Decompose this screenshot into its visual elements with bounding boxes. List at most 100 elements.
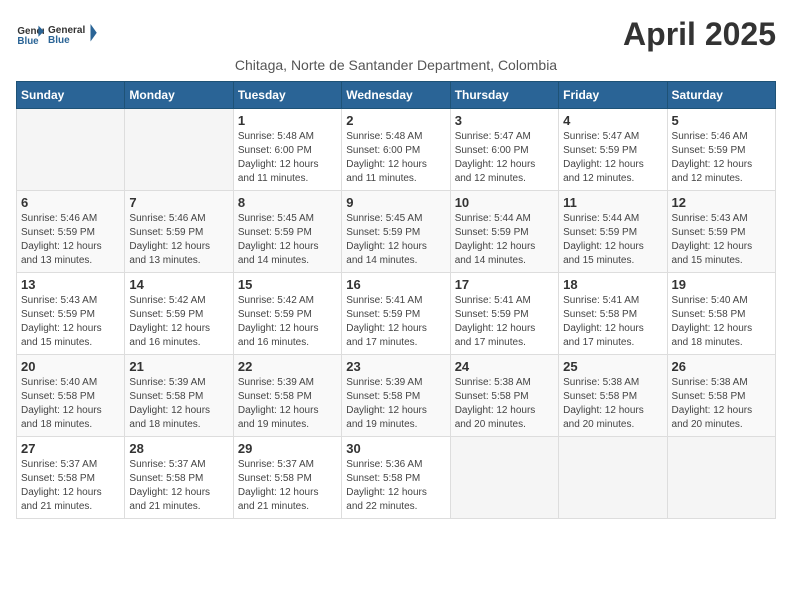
day-number: 12	[672, 195, 771, 210]
calendar-cell: 20Sunrise: 5:40 AM Sunset: 5:58 PM Dayli…	[17, 355, 125, 437]
calendar-cell: 29 Sunrise: 5:37 AM Sunset: 5:58 PM Dayli…	[233, 437, 341, 519]
calendar-cell: 22 Sunrise: 5:39 AM Sunset: 5:58 PM Dayli…	[233, 355, 341, 437]
day-info: Sunrise: 5:39 AM Sunset: 5:58 PM Dayligh…	[346, 376, 445, 432]
calendar-cell: 21 Sunrise: 5:39 AM Sunset: 5:58 PM Dayli…	[125, 355, 233, 437]
calendar-cell: 27 Sunrise: 5:37 AM Sunset: 5:58 PM Dayli…	[17, 437, 125, 519]
day-number: 23	[346, 359, 445, 374]
day-number: 15	[238, 277, 337, 292]
calendar-cell	[17, 109, 125, 191]
calendar-week-row: 6Sunrise: 5:46 AM Sunset: 5:59 PM Daylig…	[17, 191, 776, 273]
calendar-cell	[450, 437, 558, 519]
calendar-cell	[559, 437, 667, 519]
weekday-header: Sunday	[17, 82, 125, 109]
weekday-header: Monday	[125, 82, 233, 109]
day-info: Sunrise: 5:41 AM Sunset: 5:58 PM Dayligh…	[563, 294, 662, 350]
day-number: 11	[563, 195, 662, 210]
day-info: Sunrise: 5:44 AM Sunset: 5:59 PM Dayligh…	[455, 212, 554, 268]
logo: General Blue General Blue	[16, 16, 98, 52]
logo-svg: General Blue	[48, 16, 98, 52]
calendar-cell: 11 Sunrise: 5:44 AM Sunset: 5:59 PM Dayli…	[559, 191, 667, 273]
calendar-cell: 2Sunrise: 5:48 AM Sunset: 6:00 PM Daylig…	[342, 109, 450, 191]
calendar-cell: 24 Sunrise: 5:38 AM Sunset: 5:58 PM Dayli…	[450, 355, 558, 437]
day-info: Sunrise: 5:46 AM Sunset: 5:59 PM Dayligh…	[21, 212, 120, 268]
day-info: Sunrise: 5:47 AM Sunset: 5:59 PM Dayligh…	[563, 130, 662, 186]
day-number: 26	[672, 359, 771, 374]
svg-text:Blue: Blue	[17, 36, 39, 47]
calendar-cell: 1 Sunrise: 5:48 AM Sunset: 6:00 PM Daylig…	[233, 109, 341, 191]
svg-text:General: General	[48, 25, 85, 36]
day-info: Sunrise: 5:48 AM Sunset: 6:00 PM Dayligh…	[238, 130, 337, 186]
day-info: Sunrise: 5:45 AM Sunset: 5:59 PM Dayligh…	[238, 212, 337, 268]
day-info: Sunrise: 5:37 AM Sunset: 5:58 PM Dayligh…	[238, 458, 337, 514]
day-info: Sunrise: 5:47 AM Sunset: 6:00 PM Dayligh…	[455, 130, 554, 186]
calendar-cell: 30 Sunrise: 5:36 AM Sunset: 5:58 PM Dayli…	[342, 437, 450, 519]
calendar-cell: 7Sunrise: 5:46 AM Sunset: 5:59 PM Daylig…	[125, 191, 233, 273]
calendar-cell: 19Sunrise: 5:40 AM Sunset: 5:58 PM Dayli…	[667, 273, 775, 355]
day-number: 30	[346, 441, 445, 456]
weekday-header: Tuesday	[233, 82, 341, 109]
title-area: April 2025	[623, 16, 776, 53]
svg-text:Blue: Blue	[48, 35, 70, 46]
day-info: Sunrise: 5:43 AM Sunset: 5:59 PM Dayligh…	[672, 212, 771, 268]
calendar-cell: 14Sunrise: 5:42 AM Sunset: 5:59 PM Dayli…	[125, 273, 233, 355]
calendar-cell: 26 Sunrise: 5:38 AM Sunset: 5:58 PM Dayli…	[667, 355, 775, 437]
day-number: 27	[21, 441, 120, 456]
weekday-header: Wednesday	[342, 82, 450, 109]
day-info: Sunrise: 5:38 AM Sunset: 5:58 PM Dayligh…	[563, 376, 662, 432]
day-info: Sunrise: 5:44 AM Sunset: 5:59 PM Dayligh…	[563, 212, 662, 268]
day-number: 14	[129, 277, 228, 292]
calendar-cell: 8 Sunrise: 5:45 AM Sunset: 5:59 PM Daylig…	[233, 191, 341, 273]
weekday-header: Thursday	[450, 82, 558, 109]
day-info: Sunrise: 5:39 AM Sunset: 5:58 PM Dayligh…	[238, 376, 337, 432]
day-info: Sunrise: 5:36 AM Sunset: 5:58 PM Dayligh…	[346, 458, 445, 514]
day-number: 25	[563, 359, 662, 374]
day-number: 9	[346, 195, 445, 210]
day-info: Sunrise: 5:37 AM Sunset: 5:58 PM Dayligh…	[21, 458, 120, 514]
calendar-cell: 25 Sunrise: 5:38 AM Sunset: 5:58 PM Dayli…	[559, 355, 667, 437]
calendar-week-row: 1 Sunrise: 5:48 AM Sunset: 6:00 PM Daylig…	[17, 109, 776, 191]
calendar-cell	[667, 437, 775, 519]
day-number: 4	[563, 113, 662, 128]
day-info: Sunrise: 5:38 AM Sunset: 5:58 PM Dayligh…	[455, 376, 554, 432]
calendar-cell: 6Sunrise: 5:46 AM Sunset: 5:59 PM Daylig…	[17, 191, 125, 273]
day-info: Sunrise: 5:45 AM Sunset: 5:59 PM Dayligh…	[346, 212, 445, 268]
calendar-week-row: 20Sunrise: 5:40 AM Sunset: 5:58 PM Dayli…	[17, 355, 776, 437]
calendar-cell: 12 Sunrise: 5:43 AM Sunset: 5:59 PM Dayli…	[667, 191, 775, 273]
calendar-week-row: 27 Sunrise: 5:37 AM Sunset: 5:58 PM Dayli…	[17, 437, 776, 519]
day-number: 18	[563, 277, 662, 292]
day-number: 7	[129, 195, 228, 210]
day-info: Sunrise: 5:43 AM Sunset: 5:59 PM Dayligh…	[21, 294, 120, 350]
day-info: Sunrise: 5:37 AM Sunset: 5:58 PM Dayligh…	[129, 458, 228, 514]
calendar-cell: 10Sunrise: 5:44 AM Sunset: 5:59 PM Dayli…	[450, 191, 558, 273]
calendar-cell: 17Sunrise: 5:41 AM Sunset: 5:59 PM Dayli…	[450, 273, 558, 355]
calendar-cell: 23 Sunrise: 5:39 AM Sunset: 5:58 PM Dayli…	[342, 355, 450, 437]
day-number: 17	[455, 277, 554, 292]
day-number: 24	[455, 359, 554, 374]
weekday-header: Saturday	[667, 82, 775, 109]
day-info: Sunrise: 5:40 AM Sunset: 5:58 PM Dayligh…	[672, 294, 771, 350]
location-title: Chitaga, Norte de Santander Department, …	[16, 57, 776, 73]
day-info: Sunrise: 5:46 AM Sunset: 5:59 PM Dayligh…	[672, 130, 771, 186]
day-number: 3	[455, 113, 554, 128]
day-number: 22	[238, 359, 337, 374]
day-number: 1	[238, 113, 337, 128]
calendar-header-row: SundayMondayTuesdayWednesdayThursdayFrid…	[17, 82, 776, 109]
calendar-cell: 16Sunrise: 5:41 AM Sunset: 5:59 PM Dayli…	[342, 273, 450, 355]
day-info: Sunrise: 5:42 AM Sunset: 5:59 PM Dayligh…	[238, 294, 337, 350]
day-info: Sunrise: 5:48 AM Sunset: 6:00 PM Dayligh…	[346, 130, 445, 186]
calendar-cell: 18 Sunrise: 5:41 AM Sunset: 5:58 PM Dayli…	[559, 273, 667, 355]
day-number: 21	[129, 359, 228, 374]
page-header: General Blue General Blue April 2025	[16, 16, 776, 53]
day-number: 13	[21, 277, 120, 292]
calendar-cell: 28Sunrise: 5:37 AM Sunset: 5:58 PM Dayli…	[125, 437, 233, 519]
day-info: Sunrise: 5:39 AM Sunset: 5:58 PM Dayligh…	[129, 376, 228, 432]
calendar-cell: 13 Sunrise: 5:43 AM Sunset: 5:59 PM Dayli…	[17, 273, 125, 355]
calendar-cell: 4 Sunrise: 5:47 AM Sunset: 5:59 PM Daylig…	[559, 109, 667, 191]
calendar-cell: 9 Sunrise: 5:45 AM Sunset: 5:59 PM Daylig…	[342, 191, 450, 273]
day-info: Sunrise: 5:38 AM Sunset: 5:58 PM Dayligh…	[672, 376, 771, 432]
weekday-header: Friday	[559, 82, 667, 109]
day-number: 29	[238, 441, 337, 456]
day-number: 8	[238, 195, 337, 210]
calendar-cell: 15 Sunrise: 5:42 AM Sunset: 5:59 PM Dayli…	[233, 273, 341, 355]
day-info: Sunrise: 5:41 AM Sunset: 5:59 PM Dayligh…	[346, 294, 445, 350]
